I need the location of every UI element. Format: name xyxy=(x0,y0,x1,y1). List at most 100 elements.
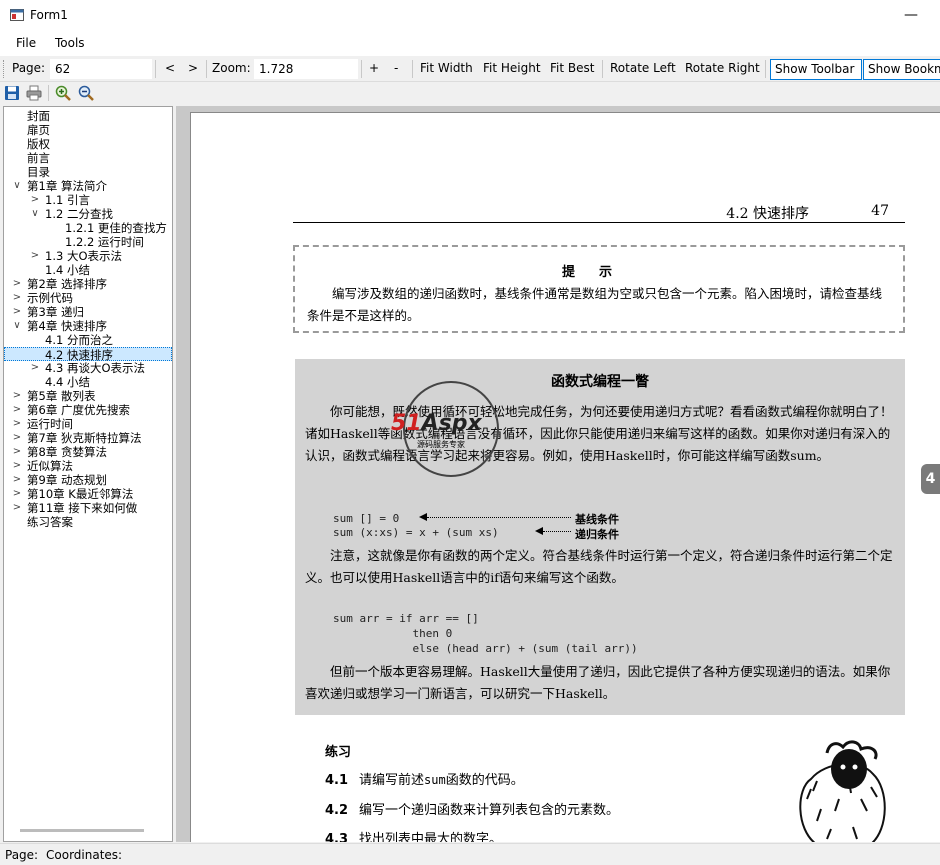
fp-paragraph-3: 但前一个版本更容易理解。Haskell大量使用了递归，因此它提供了各种方便实现递… xyxy=(305,664,891,701)
expand-chevron-icon[interactable]: > xyxy=(12,403,22,417)
tree-node[interactable]: 1.3 大O表示法 xyxy=(45,249,122,263)
tree-node[interactable]: 第8章 贪婪算法 xyxy=(27,445,107,459)
fp-title: 函数式编程一瞥 xyxy=(551,374,649,390)
tree-node[interactable]: 第4章 快速排序 xyxy=(27,319,107,333)
exercise-number: 4.2 xyxy=(325,803,349,818)
bookmark-tree[interactable]: 封面 扉页 版权 前言 目录 第1章 算法简介 ∨ 1.1 引言 >1.2 二分查找 ∨ 1.2.1… xyxy=(3,106,173,842)
expand-chevron-icon[interactable]: > xyxy=(12,431,22,445)
next-page-button[interactable]: > xyxy=(188,61,198,75)
tree-horizontal-scrollbar[interactable] xyxy=(20,829,144,832)
page-number: 47 xyxy=(871,203,889,219)
exercise-number: 4.3 xyxy=(325,832,349,842)
side-page-tab[interactable]: 4 xyxy=(921,464,940,494)
exercise-text-suffix: 函数的代码。 xyxy=(445,773,524,788)
expand-chevron-icon[interactable]: > xyxy=(12,305,22,319)
toolbar-grip[interactable] xyxy=(3,60,6,78)
code-block-2: sum arr = if arr == [] then 0 else (head… xyxy=(333,612,638,655)
tree-node[interactable]: 封面 xyxy=(27,109,50,123)
tree-node-label: 1.1 引言 xyxy=(45,193,90,207)
expand-chevron-icon[interactable]: > xyxy=(30,193,40,207)
collapse-chevron-icon[interactable]: ∨ xyxy=(12,319,22,333)
tree-node[interactable]: 第11章 接下来如何做 xyxy=(27,501,137,515)
prev-page-button[interactable]: < xyxy=(165,61,175,75)
tree-node[interactable]: 1.4 小结 xyxy=(45,263,90,277)
exercise-text: 请编写前述 xyxy=(359,773,425,788)
show-bookmarks-button[interactable]: Show Bookm xyxy=(863,59,940,80)
save-icon[interactable] xyxy=(4,85,20,101)
menu-tools[interactable]: Tools xyxy=(55,36,85,50)
expand-chevron-icon[interactable]: > xyxy=(12,389,22,403)
tree-node[interactable]: 第7章 狄克斯特拉算法 xyxy=(27,431,141,445)
fit-best-button[interactable]: Fit Best xyxy=(550,61,594,75)
print-icon[interactable] xyxy=(26,85,42,101)
expand-chevron-icon[interactable]: > xyxy=(12,473,22,487)
show-toolbar-button[interactable]: Show Toolbar xyxy=(770,59,862,80)
tree-node[interactable]: 运行时间 xyxy=(27,417,73,431)
expand-chevron-icon[interactable]: > xyxy=(12,487,22,501)
rotate-right-button[interactable]: Rotate Right xyxy=(685,61,760,75)
tree-node[interactable]: 第5章 散列表 xyxy=(27,389,95,403)
zoom-in-button[interactable]: + xyxy=(369,61,379,75)
tree-node[interactable]: 4.4 小结 xyxy=(45,375,90,389)
fit-height-button[interactable]: Fit Height xyxy=(483,61,541,75)
tip-title: 提示 xyxy=(561,265,636,280)
tree-node[interactable]: 1.2.2 运行时间 xyxy=(65,235,144,249)
tree-node[interactable]: 1.1 引言 xyxy=(45,193,90,207)
expand-chevron-icon[interactable]: > xyxy=(12,459,22,473)
collapse-chevron-icon[interactable]: ∨ xyxy=(30,207,40,221)
tree-node[interactable]: 4.1 分而治之 xyxy=(45,333,113,347)
tree-node-label: 第5章 散列表 xyxy=(27,389,96,403)
expand-chevron-icon[interactable]: > xyxy=(12,277,22,291)
menu-file[interactable]: File xyxy=(16,36,36,50)
tree-node[interactable]: 练习答案 xyxy=(27,515,73,529)
rotate-left-button[interactable]: Rotate Left xyxy=(610,61,676,75)
tree-node-label: 第2章 选择排序 xyxy=(27,277,107,291)
fit-width-button[interactable]: Fit Width xyxy=(420,61,473,75)
collapse-chevron-icon[interactable]: ∨ xyxy=(12,179,22,193)
tree-node[interactable]: 第6章 广度优先搜索 xyxy=(27,403,130,417)
expand-chevron-icon[interactable]: > xyxy=(12,291,22,305)
expand-chevron-icon[interactable]: > xyxy=(30,361,40,375)
tree-node-label: 版权 xyxy=(27,137,50,151)
expand-chevron-icon[interactable]: > xyxy=(30,249,40,263)
exercise-item: 4.2 编写一个递归函数来计算列表包含的元素数。 xyxy=(325,799,619,818)
tree-node-label: 封面 xyxy=(27,109,50,123)
tree-node[interactable]: 4.3 再谈大O表示法 xyxy=(45,361,145,375)
app-icon xyxy=(10,9,24,21)
expand-chevron-icon[interactable]: > xyxy=(12,417,22,431)
pdf-page: 4.2 快速排序 47 提示 编写涉及数组的递归函数时，基线条件通常是数组为空或… xyxy=(190,112,940,842)
expand-chevron-icon[interactable]: > xyxy=(12,445,22,459)
annotation-recursive-case: 递归条件 xyxy=(575,528,619,541)
zoom-label: Zoom: xyxy=(212,61,251,75)
tree-node[interactable]: 近似算法 xyxy=(27,459,73,473)
tree-node[interactable]: 版权 xyxy=(27,137,50,151)
watermark-text: 51Aspx xyxy=(391,411,482,436)
zoom-out-button[interactable]: - xyxy=(394,61,398,75)
arrow-base xyxy=(427,517,571,518)
title-bar: Form1 — xyxy=(0,0,940,32)
tree-node[interactable]: 前言 xyxy=(27,151,50,165)
tree-node[interactable]: 第2章 选择排序 xyxy=(27,277,107,291)
toolbar-separator xyxy=(155,60,156,78)
tree-node[interactable]: 1.2.1 更佳的查找方 xyxy=(65,221,167,235)
exercise-text: 找出列表中最大的数字。 xyxy=(359,832,503,842)
tree-node[interactable]: 示例代码 xyxy=(27,291,73,305)
tree-node-label: 1.2 二分查找 xyxy=(45,207,113,221)
tree-node[interactable]: 第9章 动态规划 xyxy=(27,473,107,487)
tree-node[interactable]: 第3章 递归 xyxy=(27,305,84,319)
tree-node[interactable]: 第1章 算法简介 xyxy=(27,179,107,193)
toolbar-separator xyxy=(412,60,413,78)
tree-node[interactable]: 1.2 二分查找 xyxy=(45,207,113,221)
zoom-input[interactable]: 1.728 xyxy=(254,59,358,79)
tree-node[interactable]: 目录 xyxy=(27,165,50,179)
tree-node[interactable]: 4.2 快速排序 xyxy=(4,347,172,362)
tree-node[interactable]: 第10章 K最近邻算法 xyxy=(27,487,133,501)
minimize-button[interactable]: — xyxy=(898,2,924,28)
zoom-in-icon[interactable] xyxy=(55,85,71,101)
expand-chevron-icon[interactable]: > xyxy=(12,501,22,515)
tree-node[interactable]: 扉页 xyxy=(27,123,50,137)
page-input[interactable]: 62 xyxy=(50,59,152,79)
zoom-out-icon[interactable] xyxy=(78,85,94,101)
document-viewer[interactable]: 4.2 快速排序 47 提示 编写涉及数组的递归函数时，基线条件通常是数组为空或… xyxy=(176,106,940,842)
tree-node-label: 第9章 动态规划 xyxy=(27,473,107,487)
